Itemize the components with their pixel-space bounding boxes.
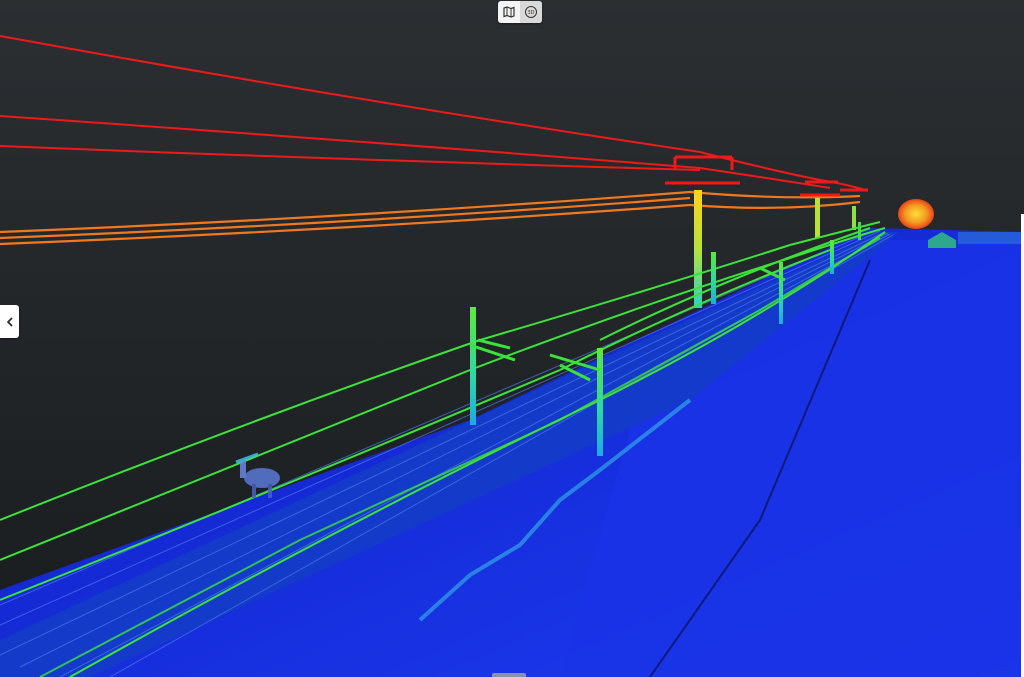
3d-view-label: 3D <box>527 10 534 16</box>
map-view-button[interactable] <box>498 1 520 23</box>
utility-pole-3 <box>852 206 856 230</box>
distant-buildings <box>958 232 1021 244</box>
point-cloud-viewport[interactable]: 3D <box>0 0 1024 677</box>
point-cloud-scene[interactable] <box>0 0 1024 677</box>
bottom-panel-handle[interactable] <box>492 673 526 677</box>
distant-tree <box>898 199 934 229</box>
sidebar-toggle-button[interactable] <box>0 305 19 338</box>
chevron-left-icon <box>6 316 13 327</box>
utility-pole-main <box>694 190 702 308</box>
map-icon <box>503 6 515 18</box>
view-mode-toggle: 3D <box>498 1 542 23</box>
3d-view-button[interactable]: 3D <box>520 1 542 23</box>
utility-pole-2 <box>815 198 820 238</box>
3d-icon: 3D <box>525 6 537 18</box>
